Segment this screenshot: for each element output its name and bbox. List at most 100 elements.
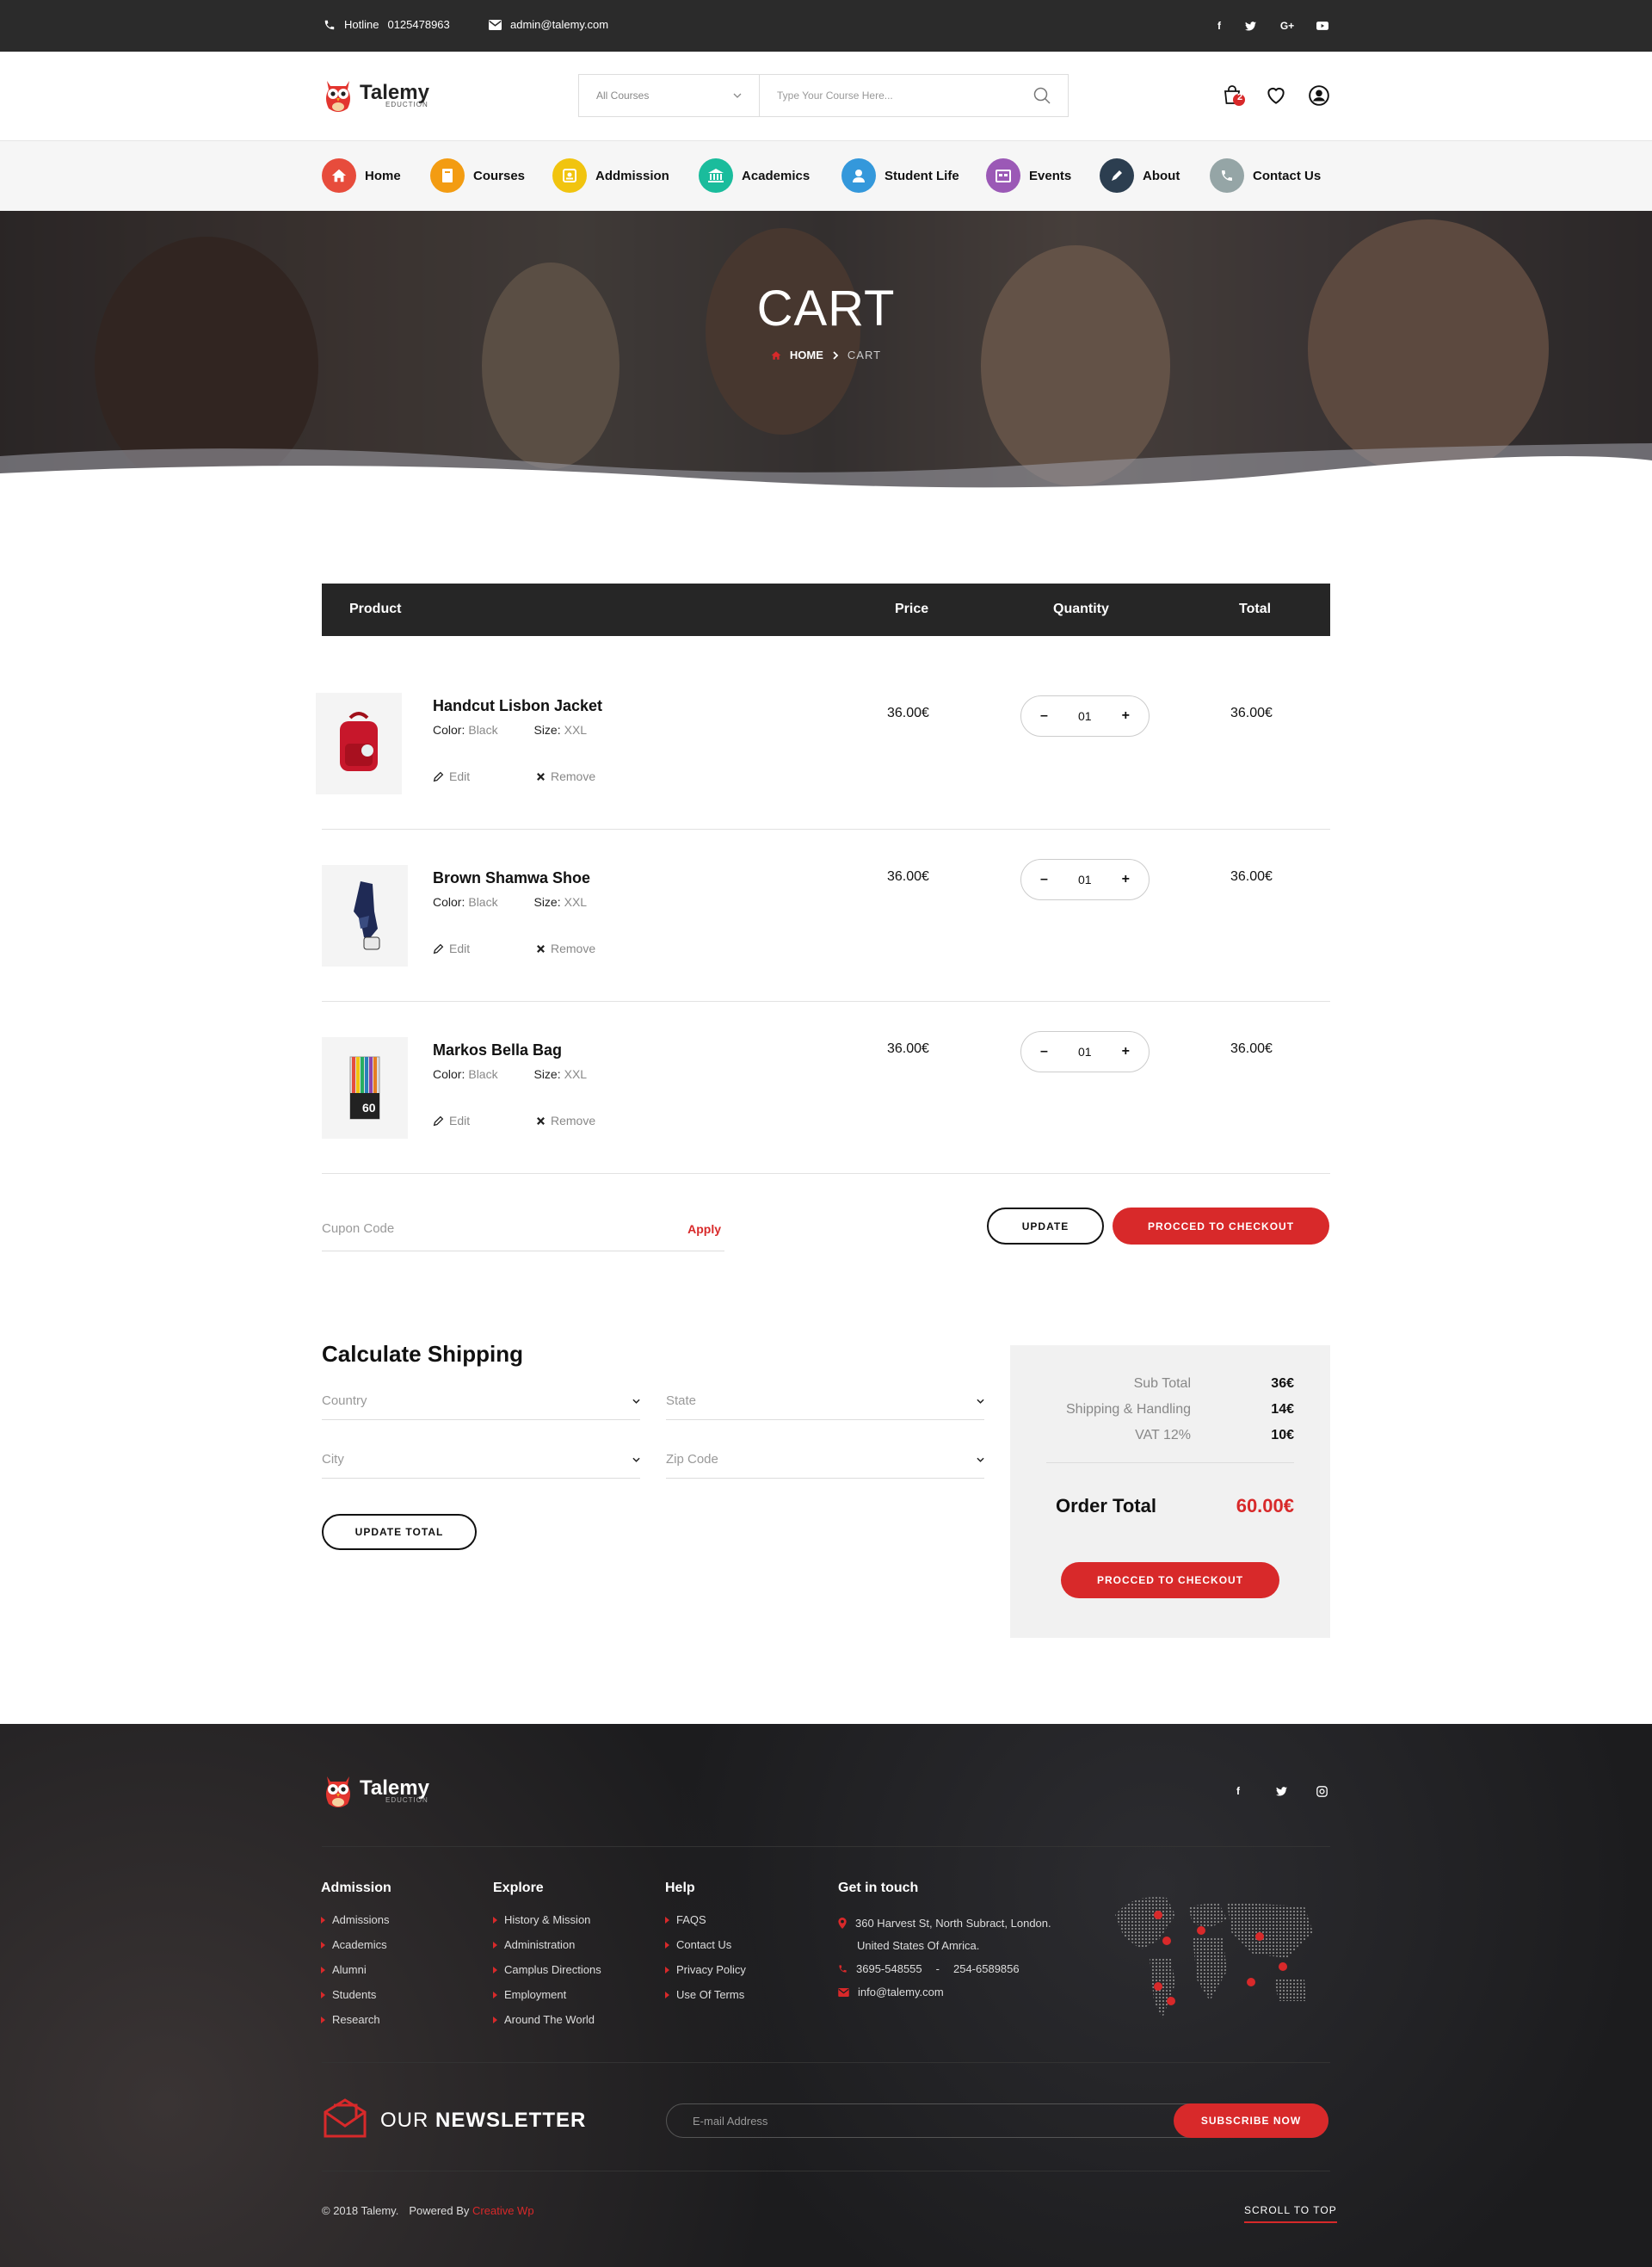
footer-logo[interactable]: Talemy EDUCTION [322, 1771, 429, 1811]
update-button[interactable]: UPDATE [987, 1208, 1104, 1245]
order-summary: Sub Total 36€ Shipping & Handling 14€ VA… [1010, 1345, 1330, 1638]
footer-link[interactable]: Admissions [321, 1913, 391, 1926]
qty-plus-button[interactable]: + [1122, 708, 1130, 724]
footer-link[interactable]: Alumni [321, 1963, 391, 1976]
summary-checkout-button[interactable]: PROCCED TO CHECKOUT [1061, 1562, 1279, 1598]
footer-col-explore: Explore History & Mission Administration… [493, 1881, 601, 2038]
top-email[interactable]: admin@talemy.com [489, 18, 608, 31]
update-total-button[interactable]: UPDATE TOTAL [322, 1514, 477, 1550]
product-image-backpack[interactable] [316, 693, 402, 794]
remove-link[interactable]: Remove [536, 769, 595, 783]
powered-by-link[interactable]: Creative Wp [472, 2204, 534, 2217]
phone-2[interactable]: 254-6589856 [953, 1962, 1020, 1975]
footer-divider [322, 2062, 1330, 2063]
wishlist-heart-icon[interactable] [1265, 84, 1287, 107]
scroll-to-top-link[interactable]: SCROLL TO TOP [1244, 2204, 1337, 2223]
checkout-button[interactable]: PROCCED TO CHECKOUT [1113, 1208, 1329, 1245]
hotline-number[interactable]: 0125478963 [387, 18, 449, 31]
category-select[interactable]: All Courses [579, 75, 760, 116]
footer-link[interactable]: Around The World [493, 2013, 601, 2026]
edit-link[interactable]: Edit [433, 942, 470, 955]
subscribe-button[interactable]: SUBSCRIBE NOW [1174, 2103, 1328, 2138]
quantity-stepper[interactable]: – 01 + [1020, 695, 1150, 737]
footer-divider [322, 1846, 1330, 1847]
nav-academics[interactable]: Academics [699, 158, 810, 193]
footer-link[interactable]: Use Of Terms [665, 1988, 746, 2001]
id-card-icon [552, 158, 587, 193]
edit-link[interactable]: Edit [433, 769, 470, 783]
search-input[interactable]: Type Your Course Here... [760, 75, 1068, 116]
nav-label: Contact Us [1253, 168, 1322, 183]
coupon-field[interactable]: Cupon Code Apply [322, 1207, 724, 1251]
footer-col-admission: Admission Admissions Academics Alumni St… [321, 1881, 391, 2038]
footer-link[interactable]: Students [321, 1988, 391, 2001]
remove-link[interactable]: Remove [536, 1114, 595, 1127]
quantity-stepper[interactable]: – 01 + [1020, 1031, 1150, 1072]
col-product: Product [349, 602, 402, 616]
cart-icon[interactable]: 2 [1222, 84, 1245, 107]
footer-facebook-icon[interactable]: f [1236, 1785, 1240, 1797]
country-select[interactable]: Country [322, 1382, 640, 1420]
youtube-icon[interactable] [1314, 17, 1331, 34]
color-value: Black [468, 895, 498, 909]
nav-events[interactable]: Events [986, 158, 1071, 193]
mail-icon [838, 1987, 849, 1997]
google-plus-icon[interactable]: G+ [1279, 17, 1296, 34]
footer-link[interactable]: History & Mission [493, 1913, 601, 1926]
quantity-stepper[interactable]: – 01 + [1020, 859, 1150, 900]
qty-minus-button[interactable]: – [1040, 708, 1048, 724]
footer-email[interactable]: info@talemy.com [838, 1986, 944, 1998]
qty-value[interactable]: 01 [1078, 709, 1092, 723]
footer-twitter-icon[interactable] [1276, 1787, 1287, 1796]
breadcrumb-home[interactable]: HOME [790, 349, 823, 361]
nav-student-life[interactable]: Student Life [841, 158, 959, 193]
edit-link[interactable]: Edit [433, 1114, 470, 1127]
twitter-icon[interactable] [1242, 17, 1259, 34]
nav-contact-us[interactable]: Contact Us [1210, 158, 1321, 193]
product-name[interactable]: Handcut Lisbon Jacket [433, 697, 602, 715]
footer-link[interactable]: Contact Us [665, 1938, 746, 1951]
footer-instagram-icon[interactable] [1316, 1786, 1328, 1797]
qty-value[interactable]: 01 [1078, 1045, 1092, 1059]
remove-label: Remove [551, 942, 596, 955]
zip-code-select[interactable]: Zip Code [666, 1441, 984, 1479]
qty-plus-button[interactable]: + [1122, 1044, 1130, 1059]
qty-minus-button[interactable]: – [1040, 1044, 1048, 1059]
nav-courses[interactable]: Courses [430, 158, 525, 193]
nav-home[interactable]: Home [322, 158, 401, 193]
apply-button[interactable]: Apply [687, 1222, 721, 1236]
qty-minus-button[interactable]: – [1040, 872, 1048, 887]
product-name[interactable]: Markos Bella Bag [433, 1041, 562, 1059]
logo[interactable]: Talemy EDUCTION [322, 76, 429, 115]
product-image-markers[interactable]: 60 [322, 1037, 408, 1139]
search-icon[interactable] [1033, 87, 1051, 104]
qty-plus-button[interactable]: + [1122, 872, 1130, 887]
brand-name: Talemy [360, 1776, 429, 1800]
footer-link[interactable]: Privacy Policy [665, 1963, 746, 1976]
qty-value[interactable]: 01 [1078, 873, 1092, 886]
city-select[interactable]: City [322, 1441, 640, 1479]
facebook-icon[interactable]: f [1211, 17, 1228, 34]
remove-link[interactable]: Remove [536, 942, 595, 955]
coupon-input[interactable]: Cupon Code [322, 1221, 394, 1236]
footer-link[interactable]: Administration [493, 1938, 601, 1951]
footer-link[interactable]: Research [321, 2013, 391, 2026]
owl-logo-icon [326, 1776, 350, 1807]
user-account-icon[interactable] [1308, 84, 1330, 107]
nav-label: About [1143, 168, 1180, 183]
nav-about[interactable]: About [1100, 158, 1180, 193]
svg-text:60: 60 [362, 1101, 376, 1115]
product-name[interactable]: Brown Shamwa Shoe [433, 869, 590, 887]
order-total-label: Order Total [1056, 1495, 1156, 1516]
footer-link[interactable]: Camplus Directions [493, 1963, 601, 1976]
sub-total-label: Sub Total [1133, 1376, 1191, 1391]
phone-1[interactable]: 3695-548555 [856, 1962, 922, 1975]
nav-addmission[interactable]: Addmission [552, 158, 669, 193]
state-select[interactable]: State [666, 1382, 984, 1420]
nav-label: Academics [742, 168, 811, 183]
footer-link[interactable]: Employment [493, 1988, 601, 2001]
product-image-shoe[interactable] [322, 865, 408, 967]
product-attributes: Color: Black Size: XXL [433, 723, 587, 737]
footer-link[interactable]: FAQS [665, 1913, 746, 1926]
footer-link[interactable]: Academics [321, 1938, 391, 1951]
